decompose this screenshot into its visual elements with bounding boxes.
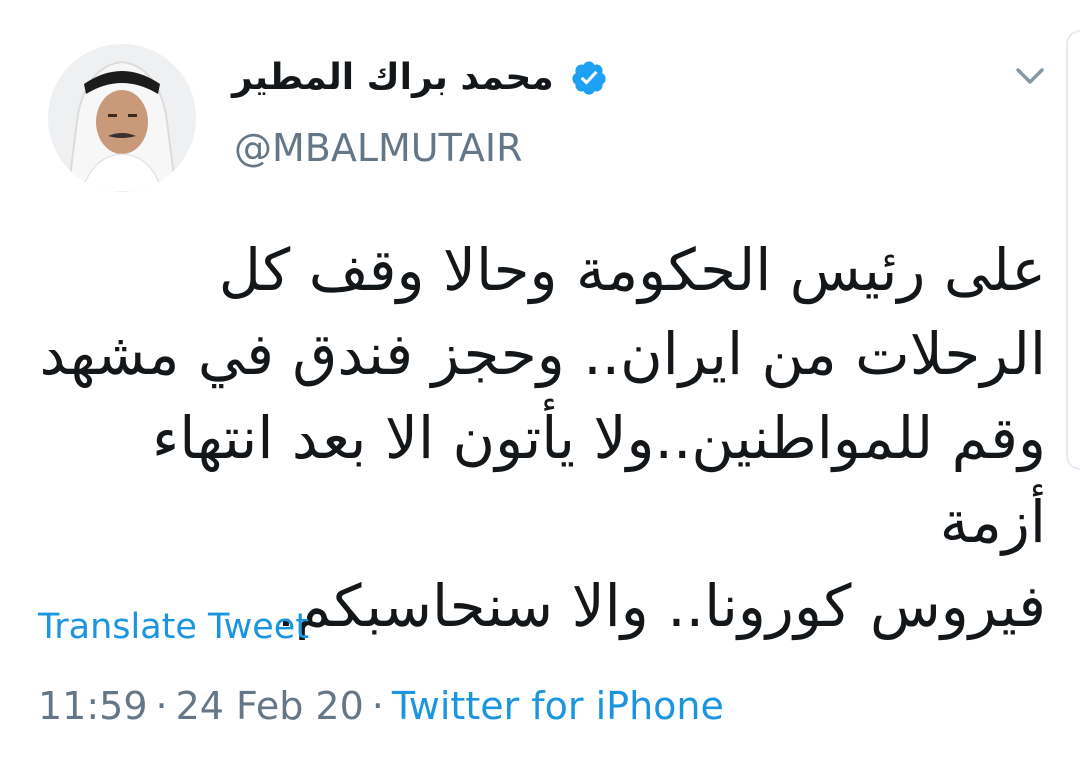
- tweet-card: محمد براك المطير @MBALMUTAIR على رئيس ال…: [0, 0, 1080, 771]
- author-handle[interactable]: @MBALMUTAIR: [234, 126, 523, 172]
- author-display-name[interactable]: محمد براك المطير: [232, 60, 554, 96]
- author-name-row[interactable]: محمد براك المطير: [232, 48, 608, 108]
- chevron-down-icon[interactable]: [1010, 56, 1050, 96]
- meta-separator: ·: [155, 684, 168, 728]
- translate-tweet-link[interactable]: Translate Tweet: [38, 606, 309, 648]
- tweet-text: على رئيس الحكومة وحالا وقف كل الرحلات من…: [39, 236, 1046, 640]
- avatar-image: [48, 44, 196, 192]
- tweet-source-link[interactable]: Twitter for iPhone: [392, 684, 724, 728]
- tweet-time: 11:59: [38, 684, 148, 728]
- verified-badge-icon: [570, 59, 608, 97]
- tweet-date: 24 Feb 20: [175, 684, 364, 728]
- avatar[interactable]: [48, 44, 196, 192]
- tweet-metadata: 11:59 · 24 Feb 20 · Twitter for iPhone: [38, 684, 724, 730]
- tweet-header: محمد براك المطير @MBALMUTAIR: [0, 0, 1080, 210]
- meta-separator: ·: [371, 684, 384, 728]
